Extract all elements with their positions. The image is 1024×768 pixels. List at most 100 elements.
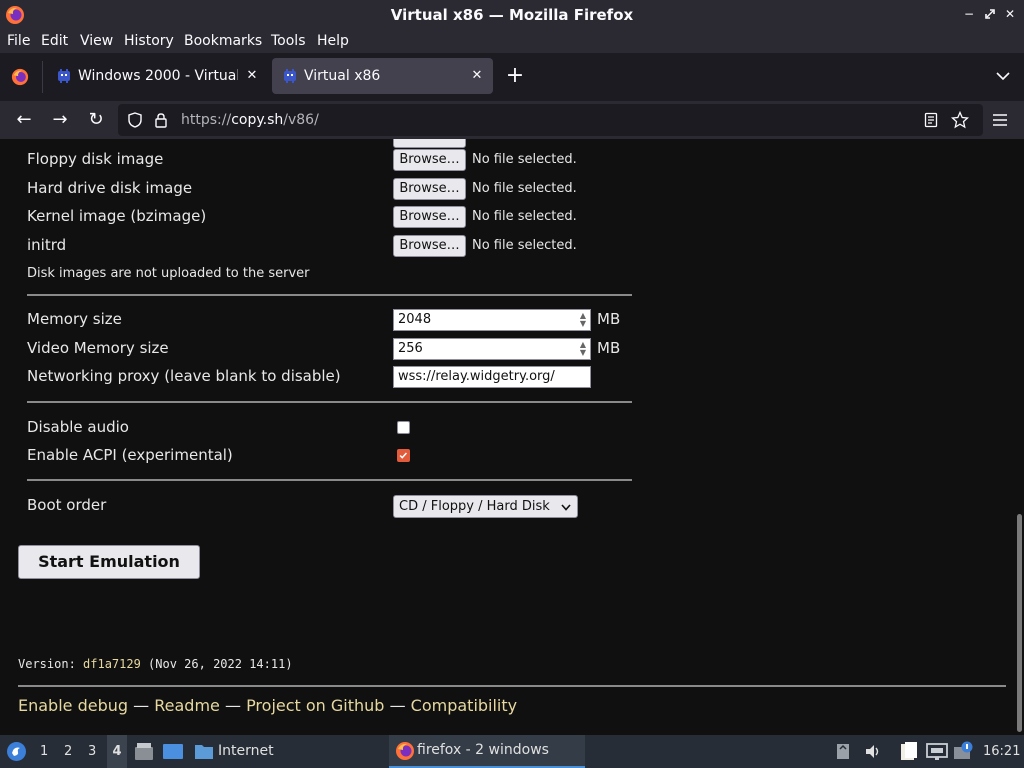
menu-bookmarks[interactable]: Bookmarks <box>184 32 262 51</box>
start-menu-icon[interactable] <box>6 741 27 762</box>
tab-label: Windows 2000 - Virtual x <box>78 68 238 84</box>
kernel-browse-button[interactable]: Browse… <box>393 206 466 228</box>
firefox-logo-icon <box>396 742 414 760</box>
workspace-4-active[interactable]: 4 <box>107 735 127 768</box>
close-window-icon[interactable]: ✕ <box>1002 6 1018 22</box>
disk-upload-note: Disk images are not uploaded to the serv… <box>27 266 310 281</box>
hard-drive-browse-button[interactable]: Browse… <box>393 178 466 200</box>
disable-audio-checkbox[interactable] <box>397 421 410 434</box>
enable-debug-link[interactable]: Enable debug <box>18 696 128 715</box>
tab-virtual-x86[interactable]: Virtual x86 ✕ <box>272 58 493 94</box>
footer-separator: — <box>389 696 406 715</box>
tab-close-icon[interactable]: ✕ <box>469 68 485 84</box>
hard-drive-label: Hard drive disk image <box>27 179 193 197</box>
number-spinner-icon[interactable]: ▲ ▼ <box>580 312 586 328</box>
list-all-tabs-chevron-down-icon[interactable] <box>996 71 1010 81</box>
version-hash-link[interactable]: df1a7129 <box>83 657 141 671</box>
video-memory-input[interactable]: 256 ▲ ▼ <box>393 338 591 360</box>
video-memory-unit: MB <box>597 339 621 357</box>
kernel-label: Kernel image (bzimage) <box>27 207 207 225</box>
tab-strip: Windows 2000 - Virtual x ✕ Virtual x86 ✕… <box>0 53 1024 101</box>
tab-close-icon[interactable]: ✕ <box>244 68 260 84</box>
boot-order-value: CD / Floppy / Hard Disk <box>399 499 550 514</box>
tab-windows-2000[interactable]: Windows 2000 - Virtual x ✕ <box>46 58 268 94</box>
memory-unit: MB <box>597 310 621 328</box>
minimize-icon[interactable]: − <box>961 6 977 22</box>
v86-favicon-icon <box>284 69 296 83</box>
menu-history[interactable]: History <box>124 32 174 51</box>
menu-tools[interactable]: Tools <box>271 32 306 51</box>
memory-size-label: Memory size <box>27 310 122 328</box>
clipboard-tray-icon[interactable] <box>836 743 850 760</box>
memory-size-input[interactable]: 2048 ▲ ▼ <box>393 309 591 331</box>
url-host: copy.sh <box>231 112 284 128</box>
floppy-browse-button[interactable]: Browse… <box>393 149 466 171</box>
initrd-file-status: No file selected. <box>472 238 577 253</box>
menu-view[interactable]: View <box>80 32 113 51</box>
floppy-label: Floppy disk image <box>27 150 164 168</box>
window-titlebar: Virtual x86 — Mozilla Firefox − ✕ <box>0 0 1024 30</box>
readme-link[interactable]: Readme <box>154 696 220 715</box>
initrd-browse-button[interactable]: Browse… <box>393 235 466 257</box>
tab-label: Virtual x86 <box>304 68 381 84</box>
floppy-file-status: No file selected. <box>472 152 577 167</box>
footer-links: Enable debug — Readme — Project on Githu… <box>18 696 517 715</box>
disable-audio-label: Disable audio <box>27 418 129 436</box>
lock-icon[interactable] <box>154 112 168 128</box>
notes-tray-icon[interactable] <box>899 741 919 762</box>
clock[interactable]: 16:21 <box>983 735 1020 768</box>
page-content: Floppy disk image Browse… No file select… <box>0 139 1024 735</box>
version-prefix: Version: <box>18 657 84 671</box>
boot-order-select[interactable]: CD / Floppy / Hard Disk <box>393 495 578 518</box>
enable-acpi-checkbox[interactable] <box>397 449 410 462</box>
bookmark-star-icon[interactable] <box>951 111 969 129</box>
desktop-icon[interactable] <box>162 742 184 761</box>
video-memory-label: Video Memory size <box>27 339 169 357</box>
url-bar[interactable]: https://copy.sh/v86/ <box>118 104 983 136</box>
reload-icon[interactable]: ↻ <box>84 108 108 132</box>
url-text[interactable]: https://copy.sh/v86/ <box>181 104 319 136</box>
menu-file[interactable]: File <box>7 32 30 51</box>
update-notifier-icon[interactable] <box>953 741 975 762</box>
firefox-task-label: firefox - 2 windows <box>417 742 549 758</box>
page-scrollbar[interactable] <box>1017 514 1022 732</box>
start-emulation-button[interactable]: Start Emulation <box>18 545 200 579</box>
browse-button-cdrom[interactable] <box>393 139 466 148</box>
section-divider <box>27 294 632 296</box>
folder-icon <box>195 745 213 759</box>
enable-acpi-label: Enable ACPI (experimental) <box>27 446 233 464</box>
tracking-protection-shield-icon[interactable] <box>127 112 143 128</box>
volume-icon[interactable] <box>864 743 882 760</box>
forward-arrow-icon[interactable]: → <box>48 108 72 132</box>
url-scheme: https:// <box>181 112 232 128</box>
internet-folder-label[interactable]: Internet <box>218 735 274 768</box>
tab-divider <box>42 61 43 93</box>
networking-proxy-label: Networking proxy (leave blank to disable… <box>27 367 341 385</box>
back-arrow-icon[interactable]: ← <box>12 108 36 132</box>
footer-separator: — <box>224 696 241 715</box>
github-link[interactable]: Project on Github <box>246 696 384 715</box>
maximize-icon[interactable] <box>982 6 998 22</box>
navigation-toolbar: ← → ↻ https://copy.sh/v86/ <box>0 101 1024 139</box>
menu-bar: File Edit View History Bookmarks Tools H… <box>0 30 1024 53</box>
number-spinner-icon[interactable]: ▲ ▼ <box>580 341 586 357</box>
file-manager-icon[interactable] <box>134 742 154 761</box>
workspace-3[interactable]: 3 <box>88 735 96 768</box>
firefox-task-button[interactable]: firefox - 2 windows <box>389 735 585 768</box>
boot-order-label: Boot order <box>27 496 107 514</box>
networking-proxy-input[interactable]: wss://relay.widgetry.org/ <box>393 366 591 388</box>
memory-size-value: 2048 <box>398 312 432 327</box>
workspace-1[interactable]: 1 <box>40 735 48 768</box>
new-tab-icon[interactable]: + <box>504 65 526 87</box>
network-tray-icon[interactable] <box>926 742 948 761</box>
workspace-2[interactable]: 2 <box>64 735 72 768</box>
menu-edit[interactable]: Edit <box>41 32 68 51</box>
kernel-file-status: No file selected. <box>472 209 577 224</box>
hamburger-menu-icon[interactable] <box>992 113 1008 127</box>
version-line: Version: df1a7129 (Nov 26, 2022 14:11) <box>18 657 293 671</box>
reader-view-icon[interactable] <box>924 112 938 128</box>
compatibility-link[interactable]: Compatibility <box>411 696 517 715</box>
firefox-view-icon[interactable] <box>11 68 29 86</box>
footer-separator: — <box>133 696 150 715</box>
menu-help[interactable]: Help <box>317 32 349 51</box>
